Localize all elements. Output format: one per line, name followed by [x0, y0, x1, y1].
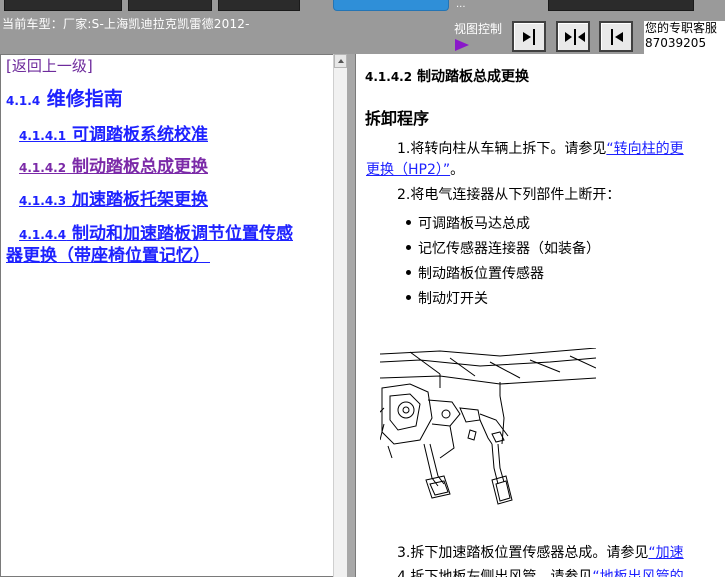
nav-item-number: 4.1.4.1 — [19, 129, 67, 143]
customer-service-box: 您的专职客服 87039205 — [644, 21, 725, 54]
step-1-text: 1.将转向柱从车辆上拆下。请参见 — [397, 141, 607, 157]
page-title-number: 4.1.4.2 — [365, 70, 413, 84]
nav-item-number: 4.1.4.2 — [19, 161, 67, 175]
page-title: 4.1.4.2 制动踏板总成更换 — [365, 66, 529, 86]
navigation-pane: [返回上一级] 4.1.4 维修指南 4.1.4.1 可调踏板系统校准 4.1.… — [0, 54, 347, 577]
nav-item-4-1-4-1[interactable]: 4.1.4.1 可调踏板系统校准 — [19, 120, 208, 145]
page-title-text: 制动踏板总成更换 — [416, 69, 529, 85]
view-control-label: 视图控制 — [454, 22, 503, 36]
list-item: 制动踏板位置传感器 — [406, 263, 544, 283]
toolbar-button-4[interactable] — [548, 0, 694, 11]
content-pane: 4.1.4.2 制动踏板总成更换 拆卸程序 1.将转向柱从车辆上拆下。请参见“转… — [355, 54, 725, 577]
step-1-end: 。 — [450, 162, 465, 178]
nav-item-number: 4.1.4.3 — [19, 194, 67, 208]
top-toolbar: ... 当前车型：厂家:S-上海凯迪拉克凯雷德2012- 视图控制 您的专职客服… — [0, 0, 725, 54]
step-1-continued: 更换（HP2）”。 — [366, 159, 464, 179]
show-left-pane-button[interactable] — [599, 21, 633, 52]
view-control-arrow-icon — [455, 39, 469, 51]
customer-service-number: 87039205 — [645, 36, 707, 50]
nav-item-title: 制动踏板总成更换 — [72, 157, 208, 177]
step-3-text: 3.拆下加速踏板位置传感器总成。请参见 — [397, 545, 649, 561]
toolbar-button-3[interactable] — [218, 0, 300, 11]
nav-root-number: 4.1.4 — [6, 94, 41, 108]
list-item: 制动灯开关 — [406, 288, 488, 308]
step-1: 1.将转向柱从车辆上拆下。请参见“转向柱的更 — [397, 138, 684, 158]
step-4: 4.拆下地板左侧出风管。请参见“地板出风管的 — [397, 566, 684, 577]
toolbar-button-1[interactable] — [4, 0, 122, 11]
steering-column-link[interactable]: “转向柱的更 — [606, 141, 683, 157]
nav-item-4-1-4-3[interactable]: 4.1.4.3 加速踏板托架更换 — [19, 185, 208, 210]
accelerator-link[interactable]: “加速 — [648, 545, 683, 561]
nav-item-title: 可调踏板系统校准 — [72, 125, 208, 145]
nav-root-title: 维修指南 — [46, 88, 123, 110]
toolbar-button-2[interactable] — [128, 0, 212, 11]
collapse-right-icon — [611, 29, 623, 45]
split-view-button[interactable] — [556, 21, 590, 52]
nav-root-heading: 4.1.4 维修指南 — [6, 84, 123, 111]
current-vehicle-breadcrumb: 当前车型：厂家:S-上海凯迪拉克凯雷德2012- — [2, 17, 250, 31]
nav-item-title: 加速踏板托架更换 — [72, 190, 208, 210]
toolbar-button-primary[interactable] — [333, 0, 449, 11]
pane-splitter[interactable] — [347, 54, 355, 577]
steering-column-link-continued[interactable]: 更换（HP2）” — [366, 162, 450, 178]
nav-item-4-1-4-4-continued[interactable]: 器更换（带座椅位置记忆） — [6, 241, 210, 266]
back-link[interactable]: [返回上一级] — [6, 55, 93, 76]
customer-service-label: 您的专职客服 — [645, 21, 718, 35]
split-view-icon — [565, 29, 585, 45]
brake-pedal-diagram — [380, 348, 596, 505]
show-right-pane-button[interactable] — [512, 21, 546, 52]
nav-item-number: 4.1.4.4 — [19, 228, 67, 242]
list-item: 可调踏板马达总成 — [406, 213, 530, 233]
scroll-up-arrow-icon[interactable] — [334, 54, 347, 68]
collapse-left-icon — [523, 29, 535, 45]
nav-item-4-1-4-2[interactable]: 4.1.4.2 制动踏板总成更换 — [19, 152, 208, 177]
floor-duct-link[interactable]: “地板出风管的 — [592, 569, 683, 577]
section-heading: 拆卸程序 — [365, 109, 430, 128]
step-2: 2.将电气连接器从下列部件上断开： — [397, 187, 621, 203]
list-item: 记忆传感器连接器（如装备） — [406, 238, 600, 258]
step-4-text: 4.拆下地板左侧出风管。请参见 — [397, 569, 593, 577]
step-3: 3.拆下加速踏板位置传感器总成。请参见“加速 — [397, 542, 684, 562]
nav-scrollbar[interactable] — [333, 54, 347, 577]
header-small-link[interactable]: ... — [456, 0, 466, 10]
